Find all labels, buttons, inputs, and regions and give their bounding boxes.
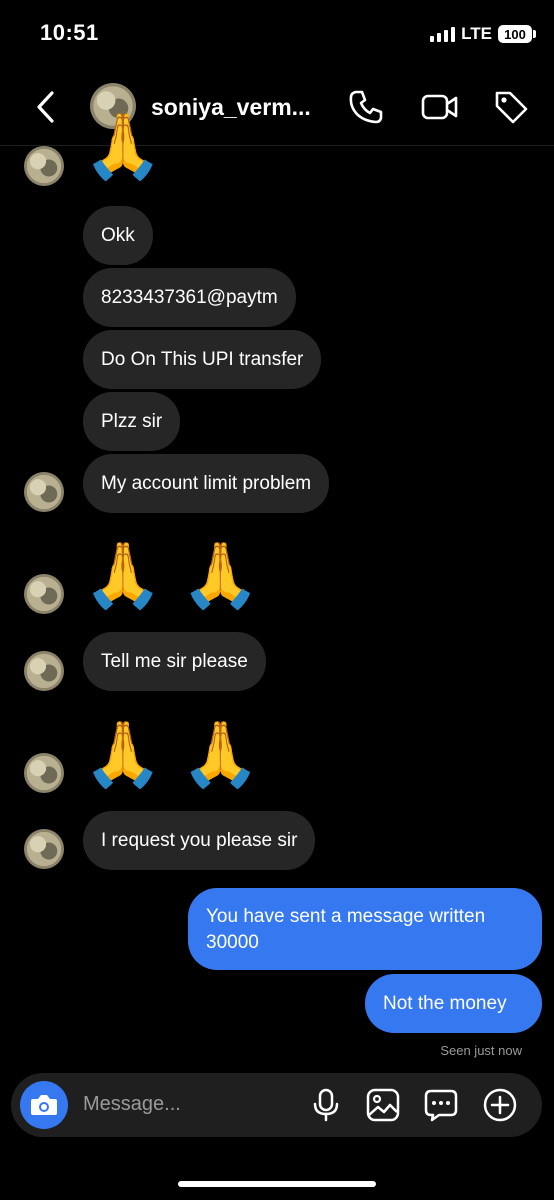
message-input[interactable]: Message... xyxy=(83,1093,181,1116)
message-bubble-upi-transfer[interactable]: Do On This UPI transfer xyxy=(83,330,322,389)
message-bubble-plzz[interactable]: Plzz sir xyxy=(83,392,181,451)
camera-button[interactable] xyxy=(20,1081,68,1129)
gallery-icon[interactable] xyxy=(365,1087,401,1123)
tag-icon[interactable] xyxy=(492,88,530,126)
battery-level: 100 xyxy=(504,26,526,42)
video-icon[interactable] xyxy=(420,88,458,126)
seen-status: Seen just now xyxy=(440,1043,522,1058)
network-label: LTE xyxy=(461,24,492,43)
message-bubble-tell-me[interactable]: Tell me sir please xyxy=(83,632,266,691)
message-emoji-pair: 🙏 🙏 xyxy=(83,539,261,611)
plus-icon[interactable] xyxy=(482,1087,518,1123)
battery-icon: 100 xyxy=(498,25,536,43)
status-indicators: LTE 100 xyxy=(430,24,536,44)
status-bar: 10:51 LTE 100 xyxy=(0,0,554,68)
sender-avatar xyxy=(24,574,64,614)
message-emoji: 🙏 xyxy=(83,110,163,182)
sender-avatar xyxy=(24,146,64,186)
sent-bubble-30000[interactable]: You have sent a message written 30000 xyxy=(188,888,542,970)
chat-username[interactable]: soniya_verm... xyxy=(151,94,331,121)
phone-icon[interactable] xyxy=(347,88,385,126)
message-composer: Message... xyxy=(11,1073,542,1137)
back-chevron-icon[interactable] xyxy=(30,88,64,126)
sender-avatar xyxy=(24,829,64,869)
message-bubble-okk[interactable]: Okk xyxy=(83,206,153,265)
sender-avatar xyxy=(24,651,64,691)
microphone-icon[interactable] xyxy=(308,1087,344,1123)
camera-icon xyxy=(31,1095,57,1115)
home-indicator[interactable] xyxy=(178,1181,376,1187)
message-bubble-upi[interactable]: 8233437361@paytm xyxy=(83,268,296,327)
sender-avatar xyxy=(24,753,64,793)
message-emoji-pair: 🙏 🙏 xyxy=(83,718,261,790)
signal-icon xyxy=(430,26,456,42)
message-bubble-limit[interactable]: My account limit problem xyxy=(83,454,330,513)
message-bubble-request[interactable]: I request you please sir xyxy=(83,811,316,870)
sent-bubble-not-money[interactable]: Not the money xyxy=(365,974,542,1033)
status-time: 10:51 xyxy=(40,20,99,45)
sender-avatar xyxy=(24,472,64,512)
sticker-chat-icon[interactable] xyxy=(423,1087,459,1123)
